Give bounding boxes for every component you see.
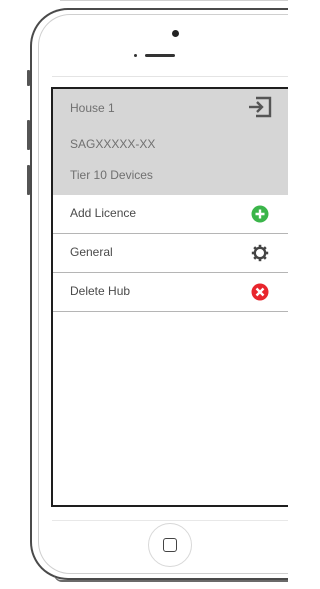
- menu-item-label: Add Licence: [70, 206, 137, 220]
- phone-mockup: House 1 SAGXXXXX-XX Tier 10 Devices Add …: [0, 0, 288, 589]
- hub-header: House 1 SAGXXXXX-XX Tier 10 Devices: [53, 89, 288, 196]
- volume-down-button: [27, 165, 30, 195]
- bezel-divider-bottom: [52, 520, 288, 521]
- front-camera: [172, 30, 179, 37]
- hub-id: SAGXXXXX-XX: [70, 137, 156, 151]
- menu-item-add-licence[interactable]: Add Licence: [53, 195, 288, 234]
- menu-item-delete-hub[interactable]: Delete Hub: [53, 273, 288, 312]
- volume-up-button: [27, 120, 30, 150]
- hub-tier: Tier 10 Devices: [70, 168, 153, 182]
- gear-icon: [251, 244, 269, 262]
- menu-item-label: Delete Hub: [70, 284, 131, 298]
- delete-icon: [251, 283, 269, 301]
- earpiece-speaker: [145, 54, 175, 57]
- menu-item-general[interactable]: General: [53, 234, 288, 273]
- phone-bottom-edge: [54, 574, 288, 582]
- mute-switch: [27, 70, 30, 86]
- home-square-icon: [163, 538, 177, 552]
- bezel-divider-top: [52, 76, 288, 77]
- add-icon: [251, 205, 269, 223]
- home-button[interactable]: [148, 523, 192, 567]
- app-screen: House 1 SAGXXXXX-XX Tier 10 Devices Add …: [51, 87, 288, 507]
- phone-top-edge: [60, 0, 288, 7]
- hub-name: House 1: [70, 101, 115, 115]
- exit-icon[interactable]: [247, 96, 273, 118]
- proximity-sensor: [134, 54, 137, 57]
- menu-item-label: General: [70, 245, 113, 259]
